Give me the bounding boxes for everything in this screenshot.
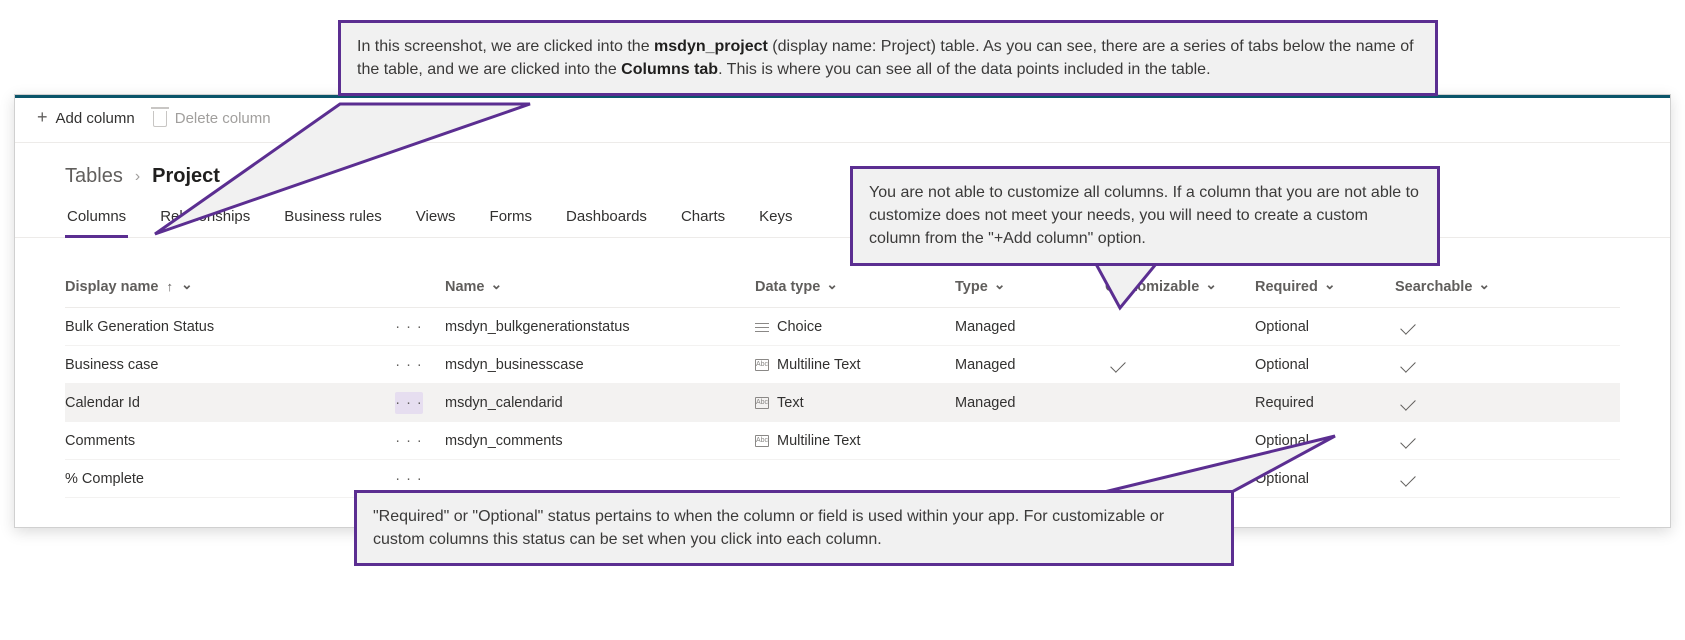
cell-searchable xyxy=(1395,395,1525,411)
more-actions-button[interactable]: · · · xyxy=(395,430,423,452)
check-icon xyxy=(1110,357,1126,373)
choice-icon xyxy=(755,322,769,332)
cell-data-type: AbcMultiline Text xyxy=(755,357,955,373)
chevron-down-icon xyxy=(1205,278,1217,295)
col-required[interactable]: Required xyxy=(1255,278,1395,295)
cell-data-type: AbcMultiline Text xyxy=(755,433,955,449)
chevron-down-icon xyxy=(826,278,838,295)
cell-data-type: Choice xyxy=(755,319,955,335)
add-column-button[interactable]: Add column xyxy=(37,109,135,128)
col-type[interactable]: Type xyxy=(955,278,1105,295)
col-searchable[interactable]: Searchable xyxy=(1395,278,1525,295)
cell-name: msdyn_bulkgenerationstatus xyxy=(445,319,755,335)
grid-header-row: Display name Name Data type Type Customi… xyxy=(65,266,1620,308)
callout-right: You are not able to customize all column… xyxy=(850,166,1440,266)
check-icon xyxy=(1400,357,1416,373)
sort-ascending-icon xyxy=(165,279,176,295)
cell-name: msdyn_calendarid xyxy=(445,395,755,411)
table-row[interactable]: Business case· · ·msdyn_businesscaseAbcM… xyxy=(65,346,1620,384)
tab-charts[interactable]: Charts xyxy=(679,208,727,238)
check-icon xyxy=(1400,395,1416,411)
cell-required: Optional xyxy=(1255,357,1395,373)
cell-searchable xyxy=(1395,357,1525,373)
chevron-down-icon xyxy=(491,278,503,295)
cell-customizable xyxy=(1105,357,1255,373)
tab-keys[interactable]: Keys xyxy=(757,208,794,238)
col-display-name[interactable]: Display name xyxy=(65,278,395,295)
cell-name: msdyn_businesscase xyxy=(445,357,755,373)
cell-type: Managed xyxy=(955,357,1105,373)
more-actions-button[interactable]: · · · xyxy=(395,316,423,338)
text-icon: Abc xyxy=(755,359,769,371)
more-actions-button[interactable]: · · · xyxy=(395,392,423,414)
tab-dashboards[interactable]: Dashboards xyxy=(564,208,649,238)
callout-top: In this screenshot, we are clicked into … xyxy=(338,20,1438,96)
callout-bottom-tail xyxy=(1100,436,1340,496)
cell-searchable xyxy=(1395,319,1525,335)
add-column-label: Add column xyxy=(56,110,135,127)
cell-required: Required xyxy=(1255,395,1395,411)
cell-display-name: Comments xyxy=(65,433,395,449)
more-actions-button[interactable]: · · · xyxy=(395,468,423,490)
cell-data-type: AbcText xyxy=(755,395,955,411)
cell-display-name: Business case xyxy=(65,357,395,373)
col-name[interactable]: Name xyxy=(445,278,755,295)
check-icon xyxy=(1400,319,1416,335)
cell-display-name: Bulk Generation Status xyxy=(65,319,395,335)
cell-required: Optional xyxy=(1255,319,1395,335)
text-icon: Abc xyxy=(755,397,769,409)
chevron-down-icon xyxy=(1478,278,1490,295)
table-row[interactable]: Comments· · · msdyn_commentsAbcMultiline … xyxy=(65,422,1620,460)
col-data-type[interactable]: Data type xyxy=(755,278,955,295)
plus-icon xyxy=(37,109,48,128)
chevron-down-icon xyxy=(994,278,1006,295)
text-icon: Abc xyxy=(755,435,769,447)
chevron-right-icon: › xyxy=(135,168,140,186)
more-actions-button[interactable]: · · · xyxy=(395,354,423,376)
table-row[interactable]: Calendar Id· · · msdyn_calendaridAbcTextM… xyxy=(65,384,1620,422)
cell-type: Managed xyxy=(955,395,1105,411)
columns-grid: Display name Name Data type Type Customi… xyxy=(15,238,1670,498)
cell-searchable xyxy=(1395,471,1525,487)
callout-bottom: "Required" or "Optional" status pertains… xyxy=(354,490,1234,566)
cell-searchable xyxy=(1395,433,1525,449)
check-icon xyxy=(1400,471,1416,487)
chevron-down-icon xyxy=(1324,278,1336,295)
breadcrumb-tables[interactable]: Tables xyxy=(65,165,123,188)
table-row[interactable]: Bulk Generation Status· · · msdyn_bulkgen… xyxy=(65,308,1620,346)
tab-columns[interactable]: Columns xyxy=(65,208,128,238)
cell-display-name: Calendar Id xyxy=(65,395,395,411)
callout-top-tail xyxy=(155,104,535,244)
cell-name: msdyn_comments xyxy=(445,433,755,449)
cell-type: Managed xyxy=(955,319,1105,335)
chevron-down-icon xyxy=(181,278,193,295)
check-icon xyxy=(1400,433,1416,449)
cell-display-name: % Complete xyxy=(65,471,395,487)
